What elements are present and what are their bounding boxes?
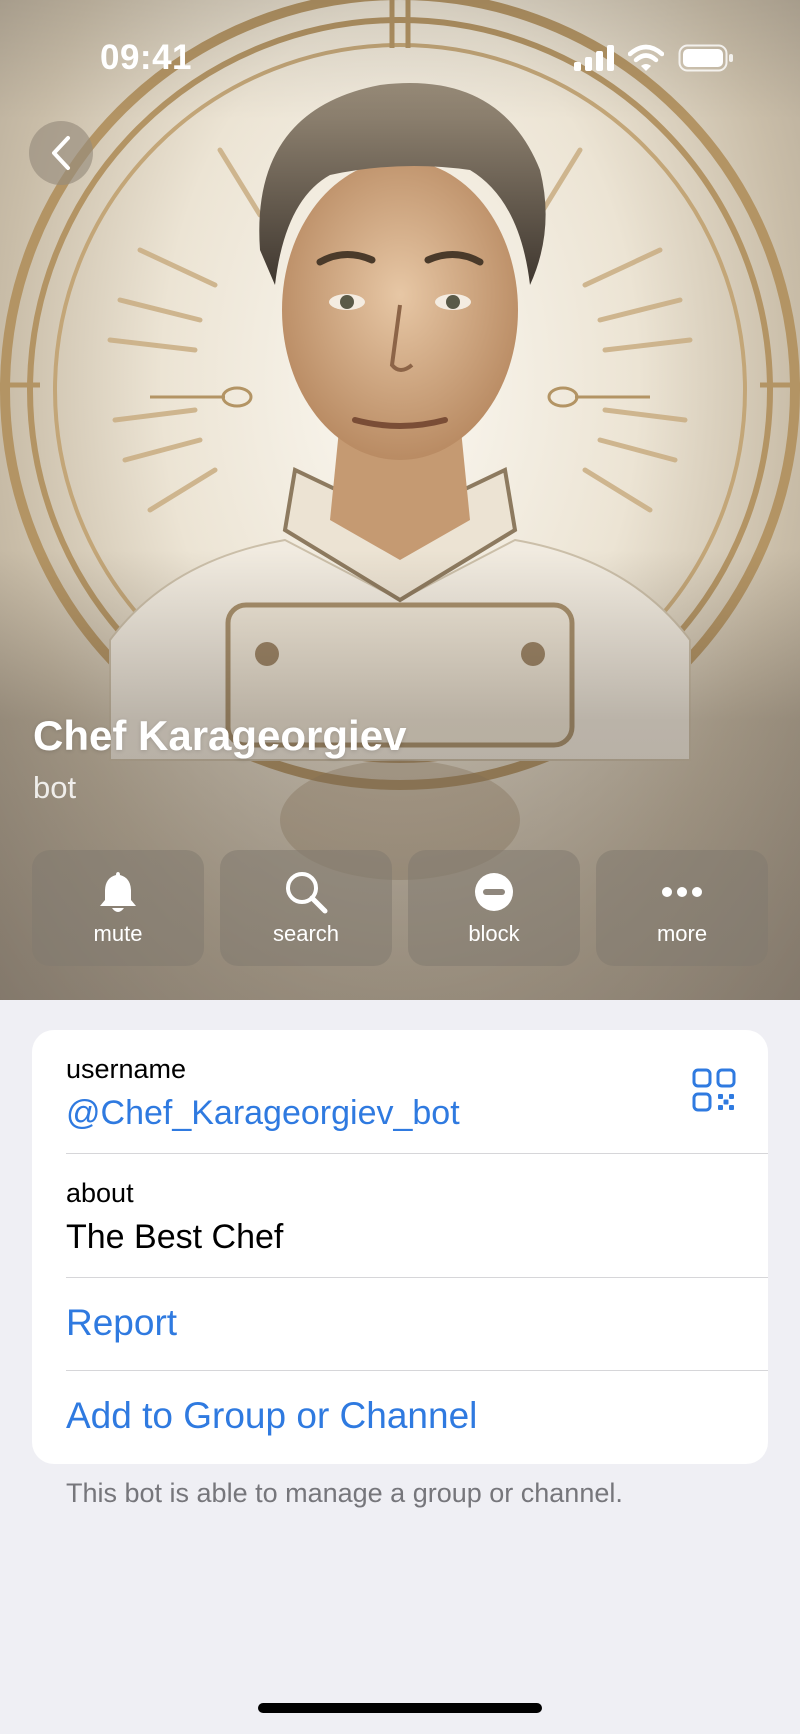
more-icon [662,887,702,897]
signal-icon [574,45,614,71]
report-button[interactable]: Report [66,1302,177,1344]
block-label: block [468,921,520,946]
chevron-left-icon [52,136,70,170]
back-button[interactable] [29,121,93,185]
block-button[interactable]: block [408,850,580,966]
action-bar: mute search block more [32,850,768,966]
search-button[interactable]: search [220,850,392,966]
username-caption: username [66,1054,187,1084]
wifi-icon [628,44,664,71]
more-label: more [656,921,708,946]
about-value: The Best Chef [66,1218,284,1256]
info-card: username @Chef_Karageorgiev_bot about Th… [32,1030,768,1464]
username-value[interactable]: @Chef_Karageorgiev_bot [66,1094,460,1133]
bell-icon [100,872,136,912]
profile-header: 09:41 Chef Karageorgiev bot mute search … [0,0,800,1000]
report-row[interactable]: Report [32,1278,768,1371]
about-row: about The Best Chef [32,1154,768,1278]
status-bar: 09:41 [0,0,800,120]
more-button[interactable]: more [596,850,768,966]
add-to-group-row[interactable]: Add to Group or Channel [32,1371,768,1464]
home-indicator [258,1703,542,1713]
qr-code-icon[interactable] [692,1068,736,1112]
search-label: search [272,921,340,946]
footnote-text: This bot is able to manage a group or ch… [66,1478,623,1508]
about-caption: about [66,1178,134,1208]
mute-label: mute [93,921,143,946]
profile-subtitle: bot [33,770,77,805]
username-row[interactable]: username @Chef_Karageorgiev_bot [32,1030,768,1154]
status-time: 09:41 [100,38,193,77]
battery-icon [678,44,733,72]
profile-name: Chef Karageorgiev [33,712,407,759]
add-to-group-button[interactable]: Add to Group or Channel [66,1395,477,1437]
block-icon [475,873,513,911]
status-icons [574,44,734,72]
mute-button[interactable]: mute [32,850,204,966]
search-icon [286,872,328,914]
